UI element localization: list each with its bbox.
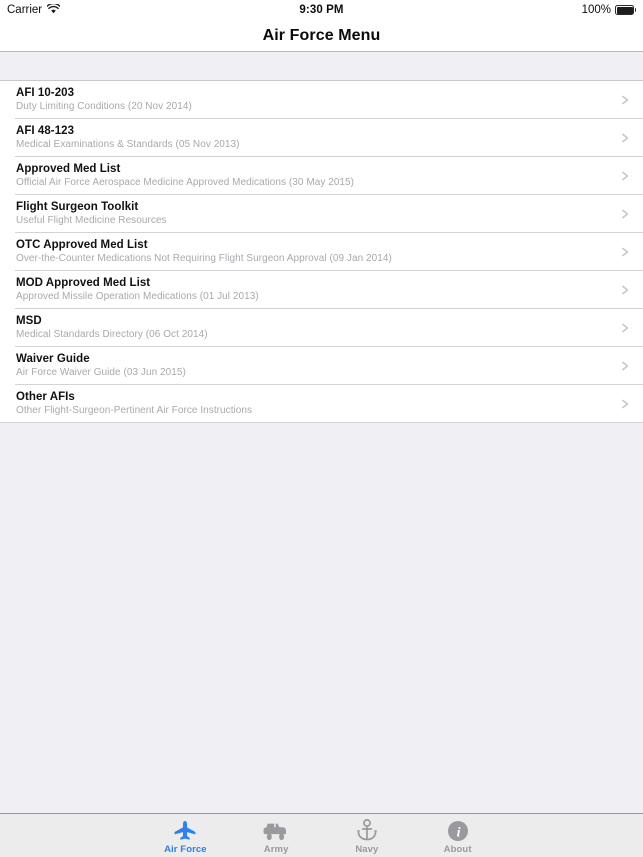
list-item-texts: Other AFIs Other Flight-Surgeon-Pertinent… bbox=[16, 391, 252, 417]
table-section-header bbox=[0, 53, 643, 81]
list-item-subtitle: Other Flight-Surgeon-Pertinent Air Force… bbox=[16, 405, 253, 416]
menu-list-item[interactable]: MOD Approved Med List Approved Missile Op… bbox=[0, 271, 643, 309]
menu-list-item[interactable]: Other AFIs Other Flight-Surgeon-Pertinent… bbox=[0, 385, 643, 423]
carrier-label: Carrier bbox=[7, 4, 43, 16]
tab-label: Air Force bbox=[164, 843, 207, 855]
menu-list-item[interactable]: Waiver Guide Air Force Waiver Guide (03 J… bbox=[0, 347, 643, 385]
status-bar-clock: 9:30 PM bbox=[299, 4, 344, 16]
menu-list-item[interactable]: AFI 48-123 Medical Examinations & Standar… bbox=[0, 119, 643, 157]
svg-text:i: i bbox=[456, 825, 460, 840]
tab-label: Army bbox=[263, 843, 289, 855]
list-item-subtitle: Medical Standards Directory (06 Oct 2014… bbox=[16, 329, 208, 340]
status-bar-right: 100% bbox=[582, 4, 636, 16]
list-item-title: Other AFIs bbox=[16, 391, 75, 403]
list-item-title: Waiver Guide bbox=[16, 353, 90, 365]
menu-list: AFI 10-203 Duty Limiting Conditions (20 N… bbox=[0, 81, 643, 423]
jeep-icon bbox=[263, 819, 289, 843]
tab-label: Navy bbox=[355, 843, 379, 855]
list-item-title: AFI 10-203 bbox=[16, 87, 75, 99]
list-item-texts: OTC Approved Med List Over-the-Counter Me… bbox=[16, 239, 392, 265]
chevron-right-icon bbox=[621, 247, 630, 257]
chevron-right-icon bbox=[621, 133, 630, 143]
list-item-texts: Waiver Guide Air Force Waiver Guide (03 J… bbox=[16, 353, 186, 379]
chevron-right-icon bbox=[621, 285, 630, 295]
menu-list-item[interactable]: Approved Med List Official Air Force Aero… bbox=[0, 157, 643, 195]
list-item-texts: MOD Approved Med List Approved Missile Op… bbox=[16, 277, 259, 303]
page-title: Air Force Menu bbox=[262, 26, 381, 44]
status-bar: Carrier 9:30 PM 100% bbox=[0, 0, 643, 20]
list-item-subtitle: Approved Missile Operation Medications (… bbox=[16, 291, 259, 302]
chevron-right-icon bbox=[621, 209, 630, 219]
list-item-texts: AFI 10-203 Duty Limiting Conditions (20 N… bbox=[16, 87, 192, 113]
list-item-texts: Flight Surgeon Toolkit Useful Flight Medi… bbox=[16, 201, 167, 227]
chevron-right-icon bbox=[621, 95, 630, 105]
list-item-texts: AFI 48-123 Medical Examinations & Standar… bbox=[16, 125, 240, 151]
info-circle-icon: i bbox=[447, 819, 469, 843]
list-item-subtitle: Useful Flight Medicine Resources bbox=[16, 215, 167, 226]
list-item-title: MSD bbox=[16, 315, 42, 327]
tab-navy[interactable]: Navy bbox=[322, 814, 413, 857]
list-item-title: Approved Med List bbox=[16, 163, 121, 175]
status-bar-left: Carrier bbox=[7, 2, 61, 17]
list-item-texts: Approved Med List Official Air Force Aero… bbox=[16, 163, 354, 189]
list-item-title: AFI 48-123 bbox=[16, 125, 75, 137]
tab-about[interactable]: i About bbox=[412, 814, 503, 857]
airplane-icon bbox=[173, 819, 197, 843]
tab-air-force[interactable]: Air Force bbox=[140, 814, 231, 857]
chevron-right-icon bbox=[621, 399, 630, 409]
menu-list-item[interactable]: MSD Medical Standards Directory (06 Oct 2… bbox=[0, 309, 643, 347]
list-item-title: OTC Approved Med List bbox=[16, 239, 148, 251]
menu-list-item[interactable]: OTC Approved Med List Over-the-Counter Me… bbox=[0, 233, 643, 271]
chevron-right-icon bbox=[621, 171, 630, 181]
tab-label: About bbox=[443, 843, 472, 855]
table-footer-space bbox=[0, 423, 643, 813]
menu-list-item[interactable]: Flight Surgeon Toolkit Useful Flight Medi… bbox=[0, 195, 643, 233]
menu-list-item[interactable]: AFI 10-203 Duty Limiting Conditions (20 N… bbox=[0, 81, 643, 119]
list-item-title: Flight Surgeon Toolkit bbox=[16, 201, 139, 213]
chevron-right-icon bbox=[621, 361, 630, 371]
list-item-subtitle: Air Force Waiver Guide (03 Jun 2015) bbox=[16, 367, 186, 378]
wifi-icon bbox=[46, 2, 61, 17]
list-item-title: MOD Approved Med List bbox=[16, 277, 151, 289]
navigation-bar: Air Force Menu bbox=[0, 20, 643, 52]
app-window: Carrier 9:30 PM 100% Air Force Menu AFI … bbox=[0, 0, 643, 857]
tab-bar: Air Force Army Navy i About bbox=[0, 813, 643, 857]
tab-army[interactable]: Army bbox=[231, 814, 322, 857]
battery-full-icon bbox=[615, 5, 636, 15]
anchor-icon bbox=[356, 819, 378, 843]
battery-percent-label: 100% bbox=[581, 4, 611, 16]
list-item-subtitle: Duty Limiting Conditions (20 Nov 2014) bbox=[16, 101, 192, 112]
menu-scroll-view[interactable]: AFI 10-203 Duty Limiting Conditions (20 N… bbox=[0, 53, 643, 813]
list-item-subtitle: Over-the-Counter Medications Not Requiri… bbox=[16, 253, 392, 264]
list-item-texts: MSD Medical Standards Directory (06 Oct 2… bbox=[16, 315, 208, 341]
chevron-right-icon bbox=[621, 323, 630, 333]
list-item-subtitle: Medical Examinations & Standards (05 Nov… bbox=[16, 139, 240, 150]
list-item-subtitle: Official Air Force Aerospace Medicine Ap… bbox=[16, 177, 355, 188]
